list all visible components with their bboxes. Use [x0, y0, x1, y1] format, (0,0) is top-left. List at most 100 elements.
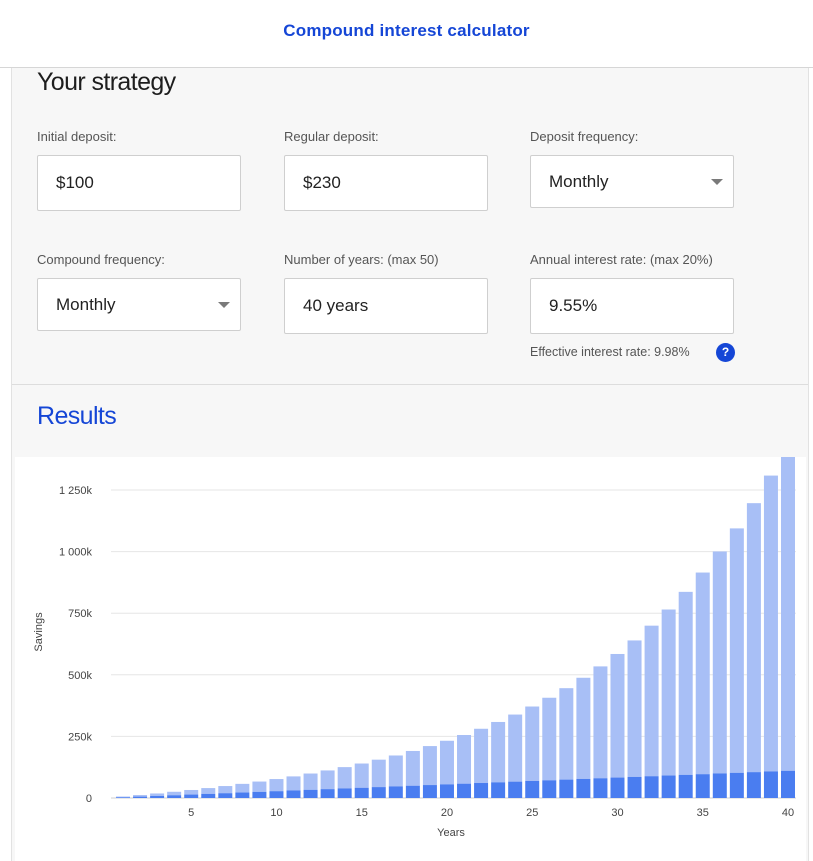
- bar-deposits[interactable]: [252, 791, 267, 798]
- results-heading: Results: [37, 402, 117, 430]
- bar-deposits[interactable]: [320, 789, 335, 798]
- bar-deposits[interactable]: [781, 770, 795, 798]
- annual-interest-rate-input[interactable]: 9.55%: [530, 278, 734, 334]
- bar-deposits[interactable]: [218, 793, 233, 798]
- bar-interest[interactable]: [661, 609, 676, 776]
- bar-interest[interactable]: [303, 773, 318, 790]
- initial-deposit-input[interactable]: $100: [37, 155, 241, 211]
- bar-interest[interactable]: [559, 688, 574, 780]
- bar-deposits[interactable]: [116, 797, 130, 798]
- bar-interest[interactable]: [746, 503, 761, 773]
- bar-deposits[interactable]: [610, 777, 625, 798]
- bar-interest[interactable]: [269, 779, 284, 792]
- bar-deposits[interactable]: [525, 780, 540, 798]
- bar-deposits[interactable]: [763, 771, 778, 798]
- bar-interest[interactable]: [525, 706, 540, 781]
- bar-deposits[interactable]: [388, 786, 403, 798]
- page-title: Compound interest calculator: [283, 21, 530, 40]
- bar-interest[interactable]: [542, 697, 557, 781]
- bar-interest[interactable]: [712, 551, 727, 774]
- x-tick-label: 15: [356, 807, 368, 819]
- number-of-years-input[interactable]: 40 years: [284, 278, 488, 334]
- bar-deposits[interactable]: [405, 785, 420, 798]
- bar-deposits[interactable]: [508, 781, 523, 798]
- bar-deposits[interactable]: [337, 788, 352, 798]
- bar-deposits[interactable]: [695, 774, 710, 798]
- bar-interest[interactable]: [133, 795, 148, 797]
- bar-interest[interactable]: [576, 677, 591, 779]
- bar-deposits[interactable]: [133, 796, 148, 798]
- savings-chart: 0 250k 500k 750k 1 000k 1 250k 5 10 15 20 25 30 35 4…: [33, 445, 796, 839]
- bar-interest[interactable]: [116, 796, 130, 798]
- bar-interest[interactable]: [763, 475, 778, 772]
- bar-deposits[interactable]: [286, 790, 301, 798]
- compound-frequency-select[interactable]: Monthly: [37, 278, 241, 331]
- bar-deposits[interactable]: [439, 784, 454, 798]
- bar-deposits[interactable]: [593, 778, 608, 798]
- bar-deposits[interactable]: [491, 782, 506, 798]
- bar-interest[interactable]: [371, 759, 386, 788]
- bar-deposits[interactable]: [474, 783, 489, 798]
- bar-interest[interactable]: [184, 789, 199, 795]
- bar-interest[interactable]: [422, 746, 437, 786]
- bar-interest[interactable]: [252, 781, 267, 792]
- bar-deposits[interactable]: [712, 773, 727, 798]
- bar-interest[interactable]: [354, 763, 369, 788]
- bar-interest[interactable]: [218, 786, 233, 794]
- bar-interest[interactable]: [474, 728, 489, 784]
- section-divider: [12, 384, 808, 385]
- bar-deposits[interactable]: [150, 795, 165, 798]
- bar-interest[interactable]: [439, 740, 454, 785]
- bar-deposits[interactable]: [729, 772, 744, 798]
- bar-deposits[interactable]: [269, 791, 284, 798]
- bar-interest[interactable]: [235, 783, 250, 793]
- bar-deposits[interactable]: [576, 778, 591, 798]
- bar-interest[interactable]: [405, 750, 420, 786]
- bar-interest[interactable]: [320, 770, 335, 790]
- bar-interest[interactable]: [337, 767, 352, 789]
- x-tick-label: 10: [270, 807, 282, 819]
- deposit-frequency-select[interactable]: Monthly: [530, 155, 734, 208]
- calculator-panel: Your strategy Initial deposit: $100 Regu…: [11, 68, 809, 861]
- bar-interest[interactable]: [388, 755, 403, 787]
- bar-interest[interactable]: [610, 653, 625, 778]
- bar-deposits[interactable]: [542, 780, 557, 798]
- bar-deposits[interactable]: [678, 774, 693, 798]
- bar-deposits[interactable]: [371, 787, 386, 798]
- bar-deposits[interactable]: [627, 776, 642, 798]
- annual-interest-rate-label: Annual interest rate: (max 20%): [530, 252, 713, 267]
- bar-deposits[interactable]: [644, 776, 659, 798]
- number-of-years-label: Number of years: (max 50): [284, 252, 439, 267]
- bar-deposits[interactable]: [746, 772, 761, 798]
- bar-deposits[interactable]: [457, 783, 472, 798]
- bar-interest[interactable]: [678, 591, 693, 775]
- bar-deposits[interactable]: [201, 793, 216, 798]
- bar-interest[interactable]: [201, 788, 216, 794]
- bar-interest[interactable]: [644, 625, 659, 777]
- bar-deposits[interactable]: [422, 785, 437, 798]
- bar-interest[interactable]: [593, 666, 608, 779]
- bar-interest[interactable]: [627, 640, 642, 777]
- bar-interest[interactable]: [286, 776, 301, 791]
- bar-interest[interactable]: [150, 793, 165, 796]
- question-icon[interactable]: ?: [716, 343, 735, 362]
- bar-deposits[interactable]: [184, 794, 199, 798]
- bar-interest[interactable]: [695, 572, 710, 775]
- bar-interest[interactable]: [729, 528, 744, 773]
- bar-deposits[interactable]: [559, 779, 574, 798]
- bar-interest[interactable]: [508, 714, 523, 782]
- initial-deposit-label: Initial deposit:: [37, 129, 117, 144]
- bar-interest[interactable]: [167, 791, 182, 796]
- bar-interest[interactable]: [491, 721, 506, 783]
- regular-deposit-input[interactable]: $230: [284, 155, 488, 211]
- y-axis-label: Savings: [33, 612, 45, 652]
- x-tick-label: 35: [697, 807, 709, 819]
- bar-deposits[interactable]: [354, 787, 369, 798]
- bar-deposits[interactable]: [661, 775, 676, 798]
- strategy-heading: Your strategy: [37, 68, 176, 96]
- bar-deposits[interactable]: [303, 789, 318, 798]
- bar-deposits[interactable]: [167, 795, 182, 798]
- bar-interest[interactable]: [781, 445, 795, 771]
- bar-deposits[interactable]: [235, 792, 250, 798]
- bar-interest[interactable]: [457, 735, 472, 784]
